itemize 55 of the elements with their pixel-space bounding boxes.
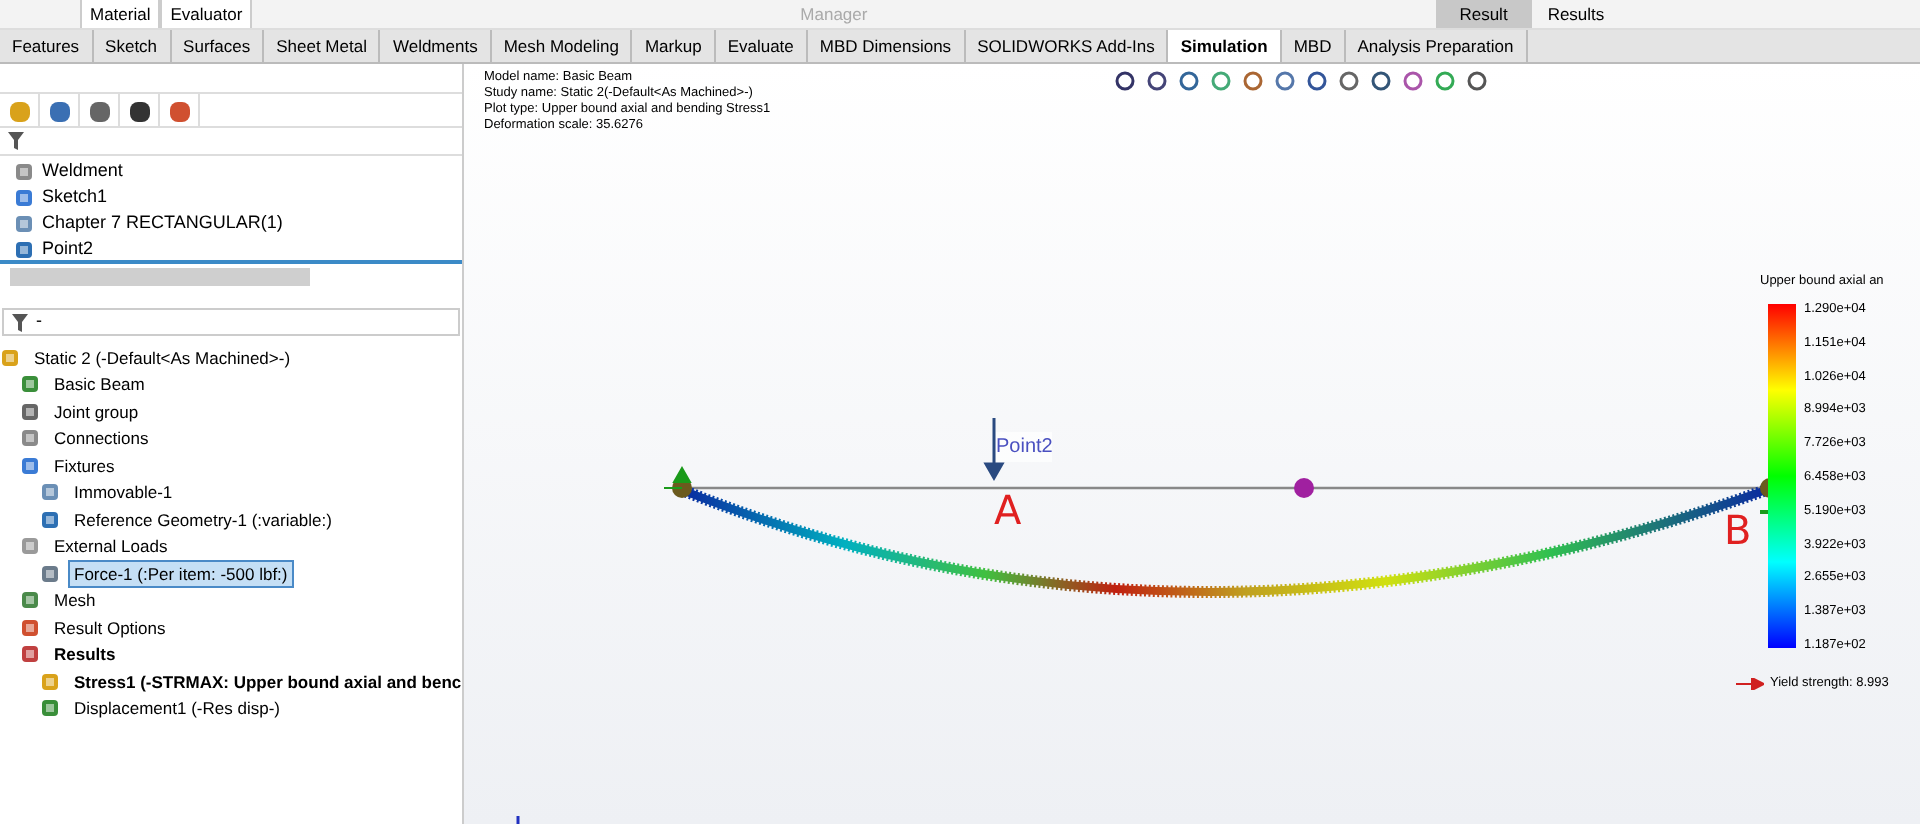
point-label: Point2 (996, 432, 1053, 462)
view-toolbar-icon[interactable] (1466, 70, 1488, 92)
ribbon-label[interactable]: Material (80, 0, 161, 28)
tree-item[interactable]: Basic Beam (48, 370, 151, 399)
tree-item[interactable]: Displacement1 (-Res disp-) (68, 694, 286, 722)
tree-item[interactable]: Reference Geometry-1 (:variable:) (68, 505, 338, 534)
tree-node-icon (14, 239, 34, 259)
tree-item[interactable]: Static 2 (-Default<As Machined>-) (28, 343, 297, 372)
tree-item[interactable]: Joint group (48, 397, 145, 426)
tree-item[interactable]: Chapter 7 RECTANGULAR(1) (42, 209, 283, 237)
tree-node-icon (14, 161, 34, 181)
view-toolbar-icon[interactable] (1306, 70, 1328, 92)
ribbon-tab[interactable]: Simulation (1168, 30, 1282, 62)
tree-item[interactable]: Point2 (42, 235, 94, 263)
ribbon-label[interactable]: Result (1435, 0, 1532, 28)
tree-node-icon (40, 563, 60, 584)
tree-item[interactable]: Result Options (48, 613, 172, 642)
tree-node-icon (20, 617, 40, 638)
tree-node-icon (14, 213, 34, 233)
tree-item[interactable]: Force-1 (:Per item: -500 lbf:) (68, 559, 294, 588)
tree-node-icon (14, 187, 34, 207)
scrollbar[interactable] (10, 267, 310, 285)
tree-item[interactable]: Connections (48, 424, 155, 453)
view-toolbar-icon[interactable] (1146, 70, 1168, 92)
tree-item[interactable]: Sketch1 (42, 183, 108, 211)
tree-node-icon (20, 401, 40, 422)
tree-node-icon (20, 374, 40, 395)
tree-item[interactable]: Weldment (42, 157, 123, 185)
tree-item[interactable]: Immovable-1 (68, 478, 179, 507)
filter-icon[interactable] (8, 132, 24, 150)
handwritten-label: A (994, 488, 1022, 532)
view-toolbar-icon[interactable] (1178, 70, 1200, 92)
tree-node-icon (20, 455, 40, 476)
ribbon-label[interactable]: Results (1531, 0, 1621, 28)
tree-node-icon (20, 644, 40, 665)
tree-item[interactable]: Stress1 (-STRMAX: Upper bound axial and benc (68, 667, 462, 696)
tree-node-icon (40, 671, 60, 692)
view-toolbar-icon[interactable] (1338, 70, 1360, 92)
tree-node-icon (40, 698, 60, 719)
tree-node-icon (20, 590, 40, 611)
tree-node-icon (20, 428, 40, 449)
view-toolbar-icon[interactable] (1370, 70, 1392, 92)
handwritten-label: B (1724, 508, 1752, 552)
view-toolbar-icon[interactable] (1114, 70, 1136, 92)
ribbon-label[interactable]: Evaluator (160, 0, 253, 28)
tree-node-icon (20, 536, 40, 557)
tree-item[interactable]: Fixtures (48, 451, 121, 480)
filter-icon (12, 313, 28, 331)
tree-item[interactable]: Mesh (48, 586, 102, 615)
tree-node-icon (40, 482, 60, 503)
tree-item[interactable]: Results (48, 640, 122, 669)
filter-field[interactable]: - (2, 308, 460, 336)
arrow-icon (1736, 677, 1764, 690)
tree-item[interactable]: External Loads (48, 532, 174, 561)
tree-node-icon (40, 509, 60, 530)
